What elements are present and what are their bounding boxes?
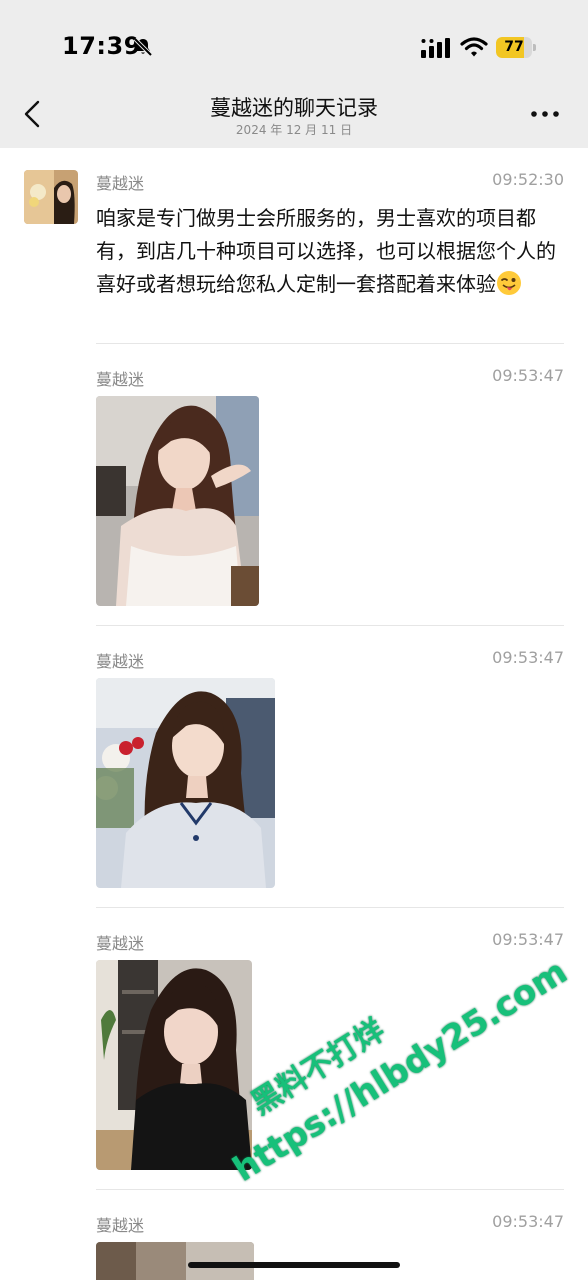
sender-name: 蔓越迷: [96, 174, 145, 193]
sender-name: 蔓越迷: [96, 652, 145, 671]
page-title: 蔓越迷的聊天记录: [210, 96, 378, 120]
sender-name: 蔓越迷: [96, 370, 145, 389]
status-bar: 17:39 77: [0, 0, 588, 80]
message-time: 09:53:47: [492, 366, 564, 385]
divider: [96, 343, 564, 344]
page-date: 2024 年 12 月 11 日: [235, 123, 353, 137]
battery-level: 77: [504, 39, 524, 55]
message-item[interactable]: 蔓越迷 09:53:47: [96, 1212, 564, 1280]
wifi-icon: [460, 37, 488, 57]
message-item[interactable]: 蔓越迷 09:52:30 咱家是专门做男士会所服务的，男士喜欢的项目都有，到店几…: [96, 170, 564, 345]
photo-woman-black-cardigan[interactable]: [96, 960, 252, 1170]
photo-woman-white-dress[interactable]: [96, 396, 259, 606]
avatar[interactable]: [24, 170, 78, 224]
message-time: 09:52:30: [492, 170, 564, 189]
photo-woman-qipao[interactable]: [96, 678, 275, 888]
battery-icon: 77: [496, 37, 536, 58]
winking-face-tongue-emoji: [497, 271, 521, 295]
message-item[interactable]: 蔓越迷 09:53:47: [96, 930, 564, 1170]
status-time: 17:39: [62, 32, 141, 60]
divider: [96, 1189, 564, 1190]
home-indicator[interactable]: [188, 1262, 400, 1268]
message-text-content: 咱家是专门做男士会所服务的，男士喜欢的项目都有，到店几十种项目可以选择，也可以根…: [96, 206, 556, 296]
more-icon[interactable]: [528, 100, 562, 128]
sender-name: 蔓越迷: [96, 1216, 145, 1235]
divider: [96, 907, 564, 908]
divider: [96, 625, 564, 626]
message-item[interactable]: 蔓越迷 09:53:47: [96, 648, 564, 888]
message-time: 09:53:47: [492, 648, 564, 667]
message-time: 09:53:47: [492, 1212, 564, 1231]
bell-slash-icon: [133, 37, 153, 57]
photo-partial[interactable]: [96, 1242, 254, 1280]
sender-name: 蔓越迷: [96, 934, 145, 953]
message-text[interactable]: 咱家是专门做男士会所服务的，男士喜欢的项目都有，到店几十种项目可以选择，也可以根…: [96, 202, 564, 301]
nav-bar: 蔓越迷的聊天记录 2024 年 12 月 11 日: [0, 80, 588, 148]
signal-icon: [421, 38, 450, 58]
message-time: 09:53:47: [492, 930, 564, 949]
message-item[interactable]: 蔓越迷 09:53:47: [96, 366, 564, 606]
chat-history[interactable]: 蔓越迷 09:52:30 咱家是专门做男士会所服务的，男士喜欢的项目都有，到店几…: [0, 148, 588, 1280]
